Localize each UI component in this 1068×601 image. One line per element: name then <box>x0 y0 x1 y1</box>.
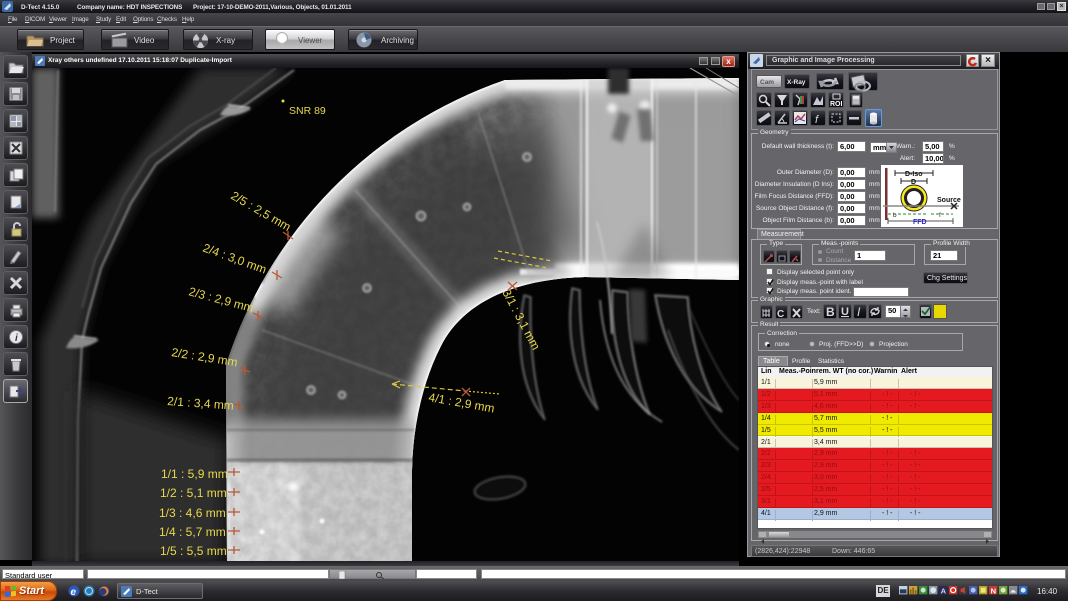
svg-text:U: U <box>841 306 849 318</box>
svg-text:SNR 89: SNR 89 <box>289 105 326 117</box>
svg-text:1/2 : 5,1 mm: 1/2 : 5,1 mm <box>160 486 227 500</box>
svg-text:B: B <box>826 305 835 318</box>
svg-text:1/4 : 5,7 mm: 1/4 : 5,7 mm <box>159 525 226 539</box>
svg-text:D-Iso: D-Iso <box>905 171 923 178</box>
svg-text:N: N <box>991 587 996 596</box>
svg-text:C: C <box>777 309 784 319</box>
svg-text:Source: Source <box>937 197 961 204</box>
svg-text:1/1 : 5,9 mm: 1/1 : 5,9 mm <box>161 467 228 481</box>
svg-text:FFD: FFD <box>913 219 927 226</box>
svg-text:f: f <box>939 212 941 219</box>
svg-text:I: I <box>857 305 861 318</box>
svg-text:e: e <box>71 587 77 597</box>
svg-text:b: b <box>893 212 897 219</box>
svg-text:1/5 : 5,5 mm: 1/5 : 5,5 mm <box>160 544 227 558</box>
svg-text:f: f <box>815 114 819 125</box>
svg-text:1/3 : 4,6 mm: 1/3 : 4,6 mm <box>159 506 226 520</box>
svg-text:i: i <box>15 333 18 344</box>
svg-text:A: A <box>941 587 947 596</box>
svg-text:ROI: ROI <box>830 101 843 107</box>
